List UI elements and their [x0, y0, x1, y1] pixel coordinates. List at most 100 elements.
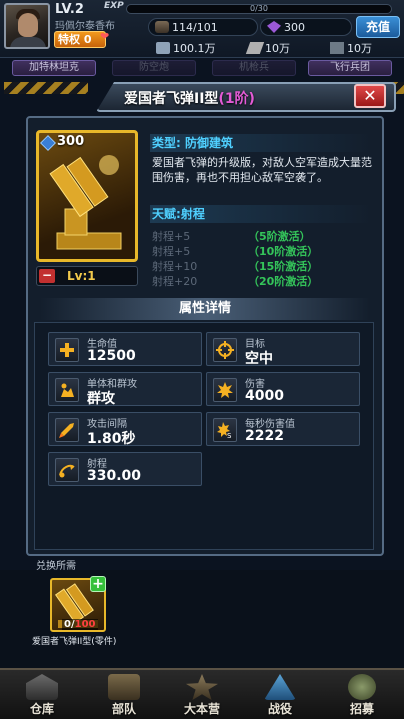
top-hud: LV.2 EXP 0/30 玛佩尔泰香布 特权 0 ❤ 114/101 300 … — [0, 0, 404, 58]
nav-label: 战役 — [267, 702, 292, 716]
attributes-header: 属性详情 — [40, 298, 370, 320]
plus-health-icon — [55, 338, 79, 362]
nav-label: 大本营 — [183, 702, 220, 716]
gem-value: 300 — [284, 21, 305, 34]
stat-value: 330.00 — [87, 468, 142, 484]
background-tabs: 加特林坦克 防空炮 机枪兵 飞行兵团 — [0, 60, 404, 78]
type-label: 类型: — [152, 136, 181, 150]
alloy-icon — [330, 42, 344, 54]
recruit-icon — [348, 674, 376, 700]
nav-troops[interactable]: 部队 — [84, 670, 164, 719]
modal-title: 爱国者飞弹II型(1阶) — [124, 88, 255, 108]
troops-icon — [108, 674, 140, 700]
close-button[interactable]: ✕ — [354, 84, 386, 108]
talent-row: 天赋:射程 — [150, 205, 372, 223]
talent-condition: （20阶激活） — [248, 275, 319, 288]
hazard-stripe — [4, 82, 88, 94]
nav-label: 招募 — [349, 702, 374, 716]
exp-bar: 0/30 — [126, 4, 392, 14]
exp-text: 0/30 — [250, 4, 268, 13]
talent-item: 射程+10 （15阶激活） — [152, 258, 318, 274]
unit-card: 300 — [36, 130, 138, 262]
talent-bonus: 射程+10 — [152, 260, 198, 273]
talent-bonus: 射程+20 — [152, 275, 198, 288]
crosshair-icon — [213, 338, 237, 362]
stat-value: 4000 — [245, 388, 284, 404]
talent-bonus: 射程+5 — [152, 245, 191, 258]
talent-item: 射程+5 （5阶激活） — [152, 228, 311, 244]
bg-tab: 加特林坦克 — [12, 60, 96, 76]
card-level-row: − Lv:1 — [36, 266, 138, 286]
alloy-value: 10万 — [347, 42, 372, 55]
nav-label: 仓库 — [29, 702, 54, 716]
stat-value: 群攻 — [87, 391, 115, 407]
ammo-resource: 10万 — [245, 40, 290, 58]
stat-attack-mode: 单体和群攻 群攻 — [48, 372, 202, 407]
steel-resource: 100.1万 — [156, 40, 216, 58]
stat-value: 空中 — [245, 351, 273, 367]
talent-label: 天赋: — [152, 207, 181, 221]
type-row: 类型: 防御建筑 — [150, 134, 372, 152]
part-need: 100 — [74, 619, 96, 630]
bg-tab: 防空炮 — [112, 60, 196, 76]
talent-condition: （15阶激活） — [248, 260, 319, 273]
splash-attack-icon — [55, 378, 79, 402]
stat-range: 射程 330.00 — [48, 452, 202, 486]
nav-campaign[interactable]: 战役 — [240, 670, 320, 719]
player-avatar[interactable] — [4, 3, 50, 49]
ammo-value: 10万 — [265, 42, 290, 55]
unit-description: 爱国者飞弹的升级版，对敌人空军造成大量范围伤害，再也不用担心敌军空袭了。 — [152, 156, 372, 184]
missile-icon — [55, 418, 79, 442]
exp-label: EXP — [104, 1, 124, 11]
unit-power: 300 — [57, 134, 85, 149]
headquarters-icon — [186, 674, 218, 700]
nav-warehouse[interactable]: 仓库 — [2, 670, 82, 719]
talent-item: 射程+5 （10阶激活） — [152, 243, 318, 259]
type-value: 防御建筑 — [185, 136, 234, 150]
heart-icon: ❤ — [100, 30, 110, 43]
exchange-part-name: 爱国者飞弹II型(零件) — [32, 637, 117, 647]
talent-condition: （5阶激活） — [248, 230, 311, 243]
gem-icon — [267, 21, 281, 33]
gem-resource[interactable]: 300 — [260, 18, 352, 36]
explosion-icon — [213, 378, 237, 402]
nav-label: 部队 — [111, 702, 136, 716]
alloy-resource: 10万 — [330, 40, 372, 58]
stat-value: 1.80秒 — [87, 431, 136, 447]
card-level: Lv:1 — [67, 269, 96, 283]
stat-damage: 伤害 4000 — [206, 372, 360, 406]
steel-value: 100.1万 — [173, 42, 216, 55]
vip-badge[interactable]: 特权 0 — [54, 31, 106, 48]
part-have: 0 — [64, 619, 71, 630]
stat-target: 目标 空中 — [206, 332, 360, 367]
dps-icon: S — [213, 418, 237, 442]
talent-item: 射程+20 （20阶激活） — [152, 273, 318, 289]
oil-value: 114/101 — [172, 21, 218, 34]
svg-text:S: S — [227, 432, 232, 439]
campaign-icon — [264, 674, 296, 700]
stat-value: 2222 — [245, 428, 284, 444]
warehouse-icon — [26, 674, 58, 700]
part-count: 0/100 — [62, 619, 98, 630]
oil-resource[interactable]: 114/101 — [148, 18, 258, 36]
oil-icon — [155, 21, 169, 33]
add-part-icon[interactable]: + — [90, 576, 106, 592]
exchange-label: 兑换所需 — [36, 561, 76, 572]
stat-health: 生命值 12500 — [48, 332, 202, 366]
recharge-button[interactable]: 充值 — [356, 16, 400, 38]
player-level: LV.2 — [55, 2, 84, 17]
stat-attack-interval: 攻击间隔 1.80秒 — [48, 412, 202, 447]
nav-recruit[interactable]: 招募 — [322, 670, 402, 719]
talent-bonus: 射程+5 — [152, 230, 191, 243]
ammo-icon — [245, 42, 265, 54]
steel-icon — [156, 42, 170, 54]
talent-value: 射程 — [180, 207, 205, 221]
stat-value: 12500 — [87, 348, 136, 364]
unit-name: 爱国者飞弹II型 — [124, 91, 219, 107]
bg-tab: 机枪兵 — [212, 60, 296, 76]
patriot-missile-icon — [49, 155, 122, 250]
unit-tier: (1阶) — [218, 91, 255, 107]
range-icon — [55, 458, 79, 482]
nav-headquarters[interactable]: 大本营 — [162, 670, 242, 719]
minus-icon[interactable]: − — [39, 269, 55, 283]
